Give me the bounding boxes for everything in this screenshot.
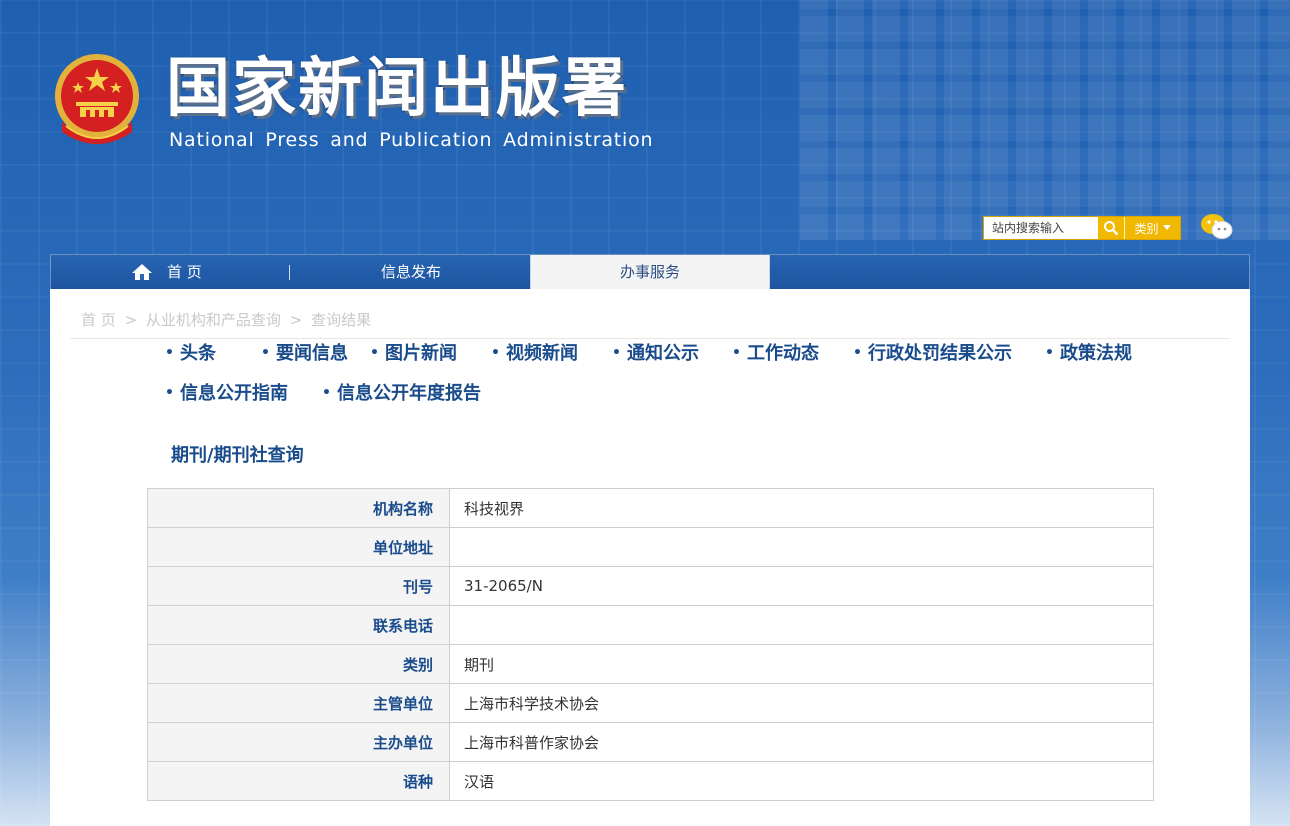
- subnav-item-work-updates[interactable]: 工作动态: [732, 339, 819, 365]
- row-value: 期刊: [449, 644, 1154, 684]
- content-panel: 首 页 > 从业机构和产品查询 > 查询结果 头条 要闻信息 图片新闻 视频新闻…: [50, 289, 1250, 826]
- table-row: 语种 汉语: [147, 761, 1154, 801]
- row-label: 联系电话: [147, 605, 450, 645]
- breadcrumb-institution-query[interactable]: 从业机构和产品查询: [146, 311, 281, 329]
- caret-down-icon: [1162, 225, 1171, 230]
- row-value: 汉语: [449, 761, 1154, 801]
- subnav-item-notices[interactable]: 通知公示: [612, 339, 699, 365]
- table-row: 主管单位 上海市科学技术协会: [147, 683, 1154, 723]
- row-label: 主办单位: [147, 722, 450, 762]
- breadcrumb-separator: >: [289, 311, 303, 329]
- search-button[interactable]: [1098, 217, 1124, 239]
- category-dropdown[interactable]: 类别: [1124, 217, 1180, 239]
- subnav-item-photo-news[interactable]: 图片新闻: [370, 339, 457, 365]
- subnav-item-policies[interactable]: 政策法规: [1045, 339, 1132, 365]
- nav-divider: [289, 265, 290, 280]
- table-row: 类别 期刊: [147, 644, 1154, 684]
- subnav-item-disclosure-guide[interactable]: 信息公开指南: [165, 379, 288, 405]
- main-navigation: 首 页 信息发布 办事服务: [50, 254, 1250, 290]
- row-value: 上海市科普作家协会: [449, 722, 1154, 762]
- nav-home-label: 首 页: [167, 263, 202, 281]
- header-background-grid: [800, 0, 1290, 240]
- row-label: 语种: [147, 761, 450, 801]
- table-row: 联系电话: [147, 605, 1154, 645]
- row-label: 机构名称: [147, 488, 450, 528]
- nav-info-release[interactable]: 信息发布: [331, 255, 491, 289]
- search-input[interactable]: [984, 217, 1098, 239]
- breadcrumb-separator: >: [124, 311, 138, 329]
- row-label: 单位地址: [147, 527, 450, 567]
- site-title: 国家新闻出版署: [166, 52, 628, 126]
- category-dropdown-label: 类别: [1134, 221, 1159, 236]
- wechat-icon[interactable]: [1200, 213, 1234, 241]
- table-row: 机构名称 科技视界: [147, 488, 1154, 528]
- row-value: 科技视界: [449, 488, 1154, 528]
- subnav-item-video-news[interactable]: 视频新闻: [491, 339, 578, 365]
- subnav-item-key-news[interactable]: 要闻信息: [261, 339, 348, 365]
- table-row: 主办单位 上海市科普作家协会: [147, 722, 1154, 762]
- subnav-item-annual-report[interactable]: 信息公开年度报告: [322, 379, 481, 405]
- row-label: 类别: [147, 644, 450, 684]
- breadcrumb-home[interactable]: 首 页: [81, 311, 116, 329]
- breadcrumb-current: 查询结果: [311, 311, 372, 329]
- site-search: 类别: [983, 216, 1181, 240]
- search-icon: [1104, 221, 1119, 236]
- row-value: [449, 605, 1154, 645]
- nav-services[interactable]: 办事服务: [530, 255, 770, 290]
- row-label: 刊号: [147, 566, 450, 606]
- table-row: 单位地址: [147, 527, 1154, 567]
- home-icon: [132, 264, 152, 280]
- subnav-item-penalty-results[interactable]: 行政处罚结果公示: [853, 339, 1012, 365]
- nav-home[interactable]: 首 页: [131, 255, 291, 289]
- national-emblem-icon: [55, 54, 139, 144]
- row-value: 31-2065/N: [449, 566, 1154, 606]
- row-value: [449, 527, 1154, 567]
- section-title: 期刊/期刊社查询: [171, 445, 304, 466]
- table-row: 刊号 31-2065/N: [147, 566, 1154, 606]
- site-subtitle: National Press and Publication Administr…: [169, 129, 654, 151]
- row-label: 主管单位: [147, 683, 450, 723]
- record-table: 机构名称 科技视界 单位地址 刊号 31-2065/N 联系电话 类别 期刊 主…: [147, 488, 1154, 801]
- row-value: 上海市科学技术协会: [449, 683, 1154, 723]
- subnav-item-headlines[interactable]: 头条: [165, 339, 216, 365]
- breadcrumb: 首 页 > 从业机构和产品查询 > 查询结果: [81, 309, 375, 330]
